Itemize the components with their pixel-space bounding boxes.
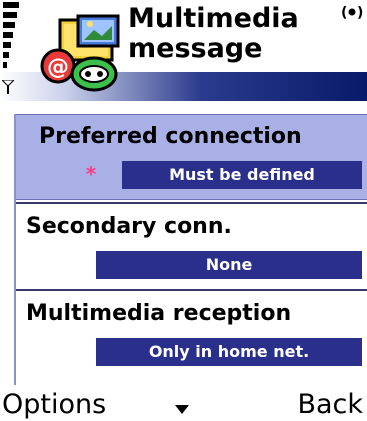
svg-text:): ): [357, 5, 363, 21]
asterisk-required-icon: *: [85, 162, 97, 186]
page-title-line1: Multimedia: [128, 3, 299, 34]
antenna-icon: [2, 80, 14, 94]
svg-text:@: @: [47, 55, 69, 80]
divider: [16, 289, 367, 291]
softkey-bar: Options Back: [0, 385, 367, 421]
title-bar: @ Multimedia message ( ): [0, 0, 367, 101]
page-title-line2: message: [128, 33, 263, 64]
settings-list: Preferred connection * Must be defined S…: [14, 114, 367, 385]
setting-label: Secondary conn.: [26, 214, 232, 239]
divider: [16, 202, 367, 204]
scroll-down-arrow-icon: [175, 405, 189, 414]
setting-label: Preferred connection: [39, 124, 302, 149]
setting-preferred-connection[interactable]: Preferred connection * Must be defined: [16, 114, 367, 200]
setting-label: Multimedia reception: [26, 301, 292, 326]
setting-value: Must be defined: [122, 161, 362, 189]
setting-value: None: [96, 251, 362, 279]
active-connection-indicator-icon: ( ): [341, 5, 363, 21]
setting-multimedia-reception[interactable]: Multimedia reception Only in home net.: [16, 292, 367, 378]
options-softkey[interactable]: Options: [2, 389, 106, 421]
multimedia-message-icon: @: [40, 14, 120, 92]
svg-text:(: (: [341, 5, 347, 21]
setting-secondary-connection[interactable]: Secondary conn. None: [16, 205, 367, 291]
page-title: Multimedia message: [128, 4, 338, 64]
setting-value: Only in home net.: [96, 338, 362, 366]
signal-strength-icon: [3, 2, 19, 68]
back-softkey[interactable]: Back: [297, 389, 363, 421]
